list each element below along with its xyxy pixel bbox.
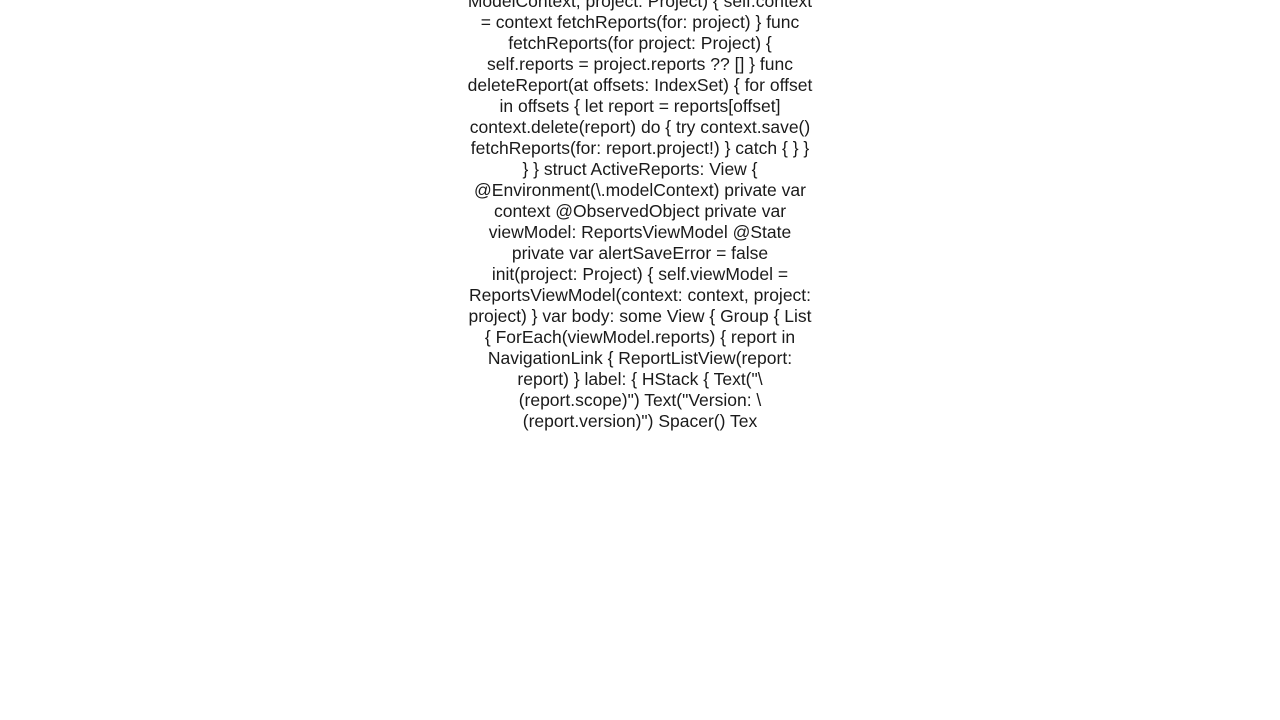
code-text: context: ModelContext init(context: Mode… xyxy=(468,0,813,431)
code-block: context: ModelContext init(context: Mode… xyxy=(468,0,813,432)
